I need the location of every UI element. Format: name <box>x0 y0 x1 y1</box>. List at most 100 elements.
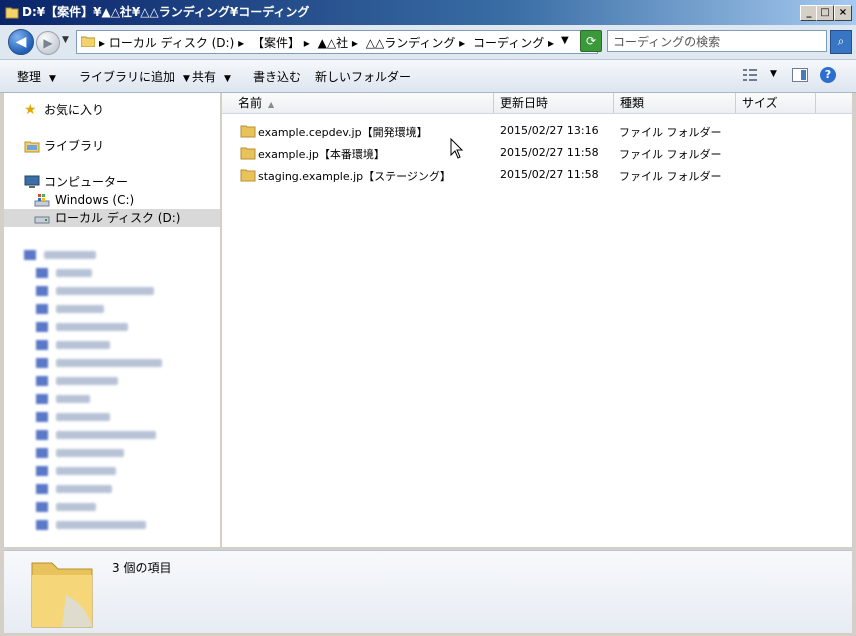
nav-computer-label: コンピューター <box>44 175 129 189</box>
table-row[interactable]: staging.example.jp【ステージング】 2015/02/27 11… <box>238 164 838 186</box>
column-date[interactable]: 更新日時 <box>494 93 614 113</box>
column-name-label: 名前 <box>238 96 263 110</box>
computer-icon <box>36 517 52 531</box>
blurred-label <box>56 461 116 479</box>
preview-pane-icon[interactable] <box>792 68 808 82</box>
table-row[interactable]: example.jp【本番環境】 2015/02/27 11:58 ファイル フ… <box>238 142 838 164</box>
file-list[interactable]: 名前 ▲ 更新日時 種類 サイズ example.cepdev.jp【開発環境】 … <box>222 93 852 547</box>
computer-icon <box>36 391 52 405</box>
star-icon: ★ <box>24 102 37 118</box>
back-arrow-icon[interactable]: ◀ <box>8 29 34 55</box>
maximize-button[interactable]: □ <box>816 5 834 21</box>
nav-drive-d-label: ローカル ディスク (D:) <box>55 211 181 225</box>
blurred-label <box>56 407 110 425</box>
close-button[interactable]: × <box>834 5 852 21</box>
nav-favorites[interactable]: ★ お気に入り <box>4 101 220 119</box>
blurred-label <box>56 371 118 389</box>
history-dropdown-icon[interactable]: ▼ <box>62 35 69 45</box>
blurred-label <box>56 281 154 299</box>
blurred-label <box>56 389 90 407</box>
network-computer-item[interactable] <box>4 425 220 443</box>
search-input[interactable]: コーディングの検索 <box>607 30 827 52</box>
details-pane: 3 個の項目 <box>4 550 852 633</box>
preview-pane-icon-part <box>801 70 806 80</box>
navigation-pane[interactable]: ★ お気に入り ライブラリ コンピューター Windows (C:) ローカル … <box>4 93 220 547</box>
folder-icon <box>240 125 256 138</box>
chevron-down-icon: ▼ <box>183 74 190 84</box>
refresh-icon[interactable]: ⟳ <box>580 30 602 52</box>
new-folder-button[interactable]: 新しいフォルダー <box>315 68 411 85</box>
computer-icon <box>36 409 52 423</box>
computer-icon <box>36 373 52 387</box>
title-bar[interactable]: D:¥【案件】¥▲△社¥△△ランディング¥コーディング _ □ × <box>0 0 856 25</box>
folder-icon <box>240 169 256 182</box>
blurred-label <box>56 263 92 281</box>
address-row: ◀ ▶ ▼ ▸ ローカル ディスク (D:) ▸ 【案件】 ▸ ▲△社 ▸ △△… <box>0 25 856 60</box>
table-row[interactable]: example.cepdev.jp【開発環境】 2015/02/27 13:16… <box>238 120 838 142</box>
network-computer-item[interactable] <box>4 389 220 407</box>
nav-computer[interactable]: コンピューター <box>4 173 220 191</box>
add-to-library-button[interactable]: ライブラリに追加 ▼ <box>79 68 190 85</box>
nav-favorites-label: お気に入り <box>44 103 105 117</box>
search-icon[interactable]: ⌕ <box>830 30 852 54</box>
breadcrumb-company[interactable]: ▲△社 ▸ <box>318 36 358 50</box>
network-computer-item[interactable] <box>4 371 220 389</box>
nav-drive-c[interactable]: Windows (C:) <box>4 191 220 209</box>
network-computer-item[interactable] <box>4 263 220 281</box>
help-icon[interactable]: ? <box>820 67 836 83</box>
breadcrumb-coding[interactable]: コーディング ▸ <box>473 36 554 50</box>
network-icon <box>24 247 40 261</box>
file-type: ファイル フォルダー <box>619 170 722 183</box>
nav-libraries[interactable]: ライブラリ <box>4 137 220 155</box>
network-computer-item[interactable] <box>4 443 220 461</box>
network-computer-item[interactable] <box>4 353 220 371</box>
network-computer-item[interactable] <box>4 335 220 353</box>
file-type: ファイル フォルダー <box>619 148 722 161</box>
breadcrumb-drive-d[interactable]: ▸ ローカル ディスク (D:) ▸ <box>99 36 244 50</box>
file-name: staging.example.jp【ステージング】 <box>258 170 451 183</box>
file-name: example.jp【本番環境】 <box>258 148 385 161</box>
column-size[interactable]: サイズ <box>736 93 816 113</box>
network-computer-item[interactable] <box>4 479 220 497</box>
blurred-label <box>56 515 146 533</box>
computer-icon <box>36 427 52 441</box>
organize-button[interactable]: 整理 ▼ <box>17 68 56 85</box>
add-to-library-label: ライブラリに追加 <box>79 70 176 84</box>
blurred-label <box>56 317 128 335</box>
column-type[interactable]: 種類 <box>614 93 736 113</box>
folder-icon <box>5 7 19 19</box>
network-computer-item[interactable] <box>4 299 220 317</box>
address-bar[interactable]: ▸ ローカル ディスク (D:) ▸ 【案件】 ▸ ▲△社 ▸ △△ランディング… <box>76 30 598 54</box>
chevron-down-icon[interactable]: ▼ <box>770 69 777 79</box>
computer-icon <box>36 355 52 369</box>
column-header-row: 名前 ▲ 更新日時 種類 サイズ <box>222 93 852 114</box>
share-button[interactable]: 共有 ▼ <box>192 68 231 85</box>
network-computer-item[interactable] <box>4 281 220 299</box>
nav-network[interactable] <box>4 245 220 263</box>
network-computer-item[interactable] <box>4 407 220 425</box>
network-computer-item[interactable] <box>4 497 220 515</box>
blurred-label <box>56 353 162 371</box>
chevron-down-icon: ▼ <box>224 74 231 84</box>
network-computer-item[interactable] <box>4 461 220 479</box>
organize-label: 整理 <box>17 70 42 84</box>
nav-libraries-label: ライブラリ <box>44 139 105 153</box>
nav-drive-d[interactable]: ローカル ディスク (D:) <box>4 209 220 227</box>
breadcrumb-anken[interactable]: 【案件】 ▸ <box>252 36 310 50</box>
burn-button[interactable]: 書き込む <box>253 68 301 85</box>
share-label: 共有 <box>192 70 217 84</box>
network-computer-item[interactable] <box>4 515 220 533</box>
computer-icon <box>36 301 52 315</box>
computer-icon <box>36 319 52 333</box>
breadcrumb-landing[interactable]: △△ランディング ▸ <box>366 36 465 50</box>
breadcrumb: ▸ ローカル ディスク (D:) ▸ 【案件】 ▸ ▲△社 ▸ △△ランディング… <box>99 34 558 51</box>
blurred-label <box>56 425 156 443</box>
view-options-icon[interactable] <box>742 68 758 82</box>
library-icon <box>24 141 40 153</box>
network-computer-item[interactable] <box>4 317 220 335</box>
file-date: 2015/02/27 11:58 <box>500 168 599 181</box>
column-name[interactable]: 名前 ▲ <box>222 93 494 113</box>
sort-ascending-icon: ▲ <box>268 100 275 109</box>
forward-arrow-icon[interactable]: ▶ <box>36 31 60 55</box>
chevron-down-icon[interactable]: ▼ <box>561 35 569 46</box>
